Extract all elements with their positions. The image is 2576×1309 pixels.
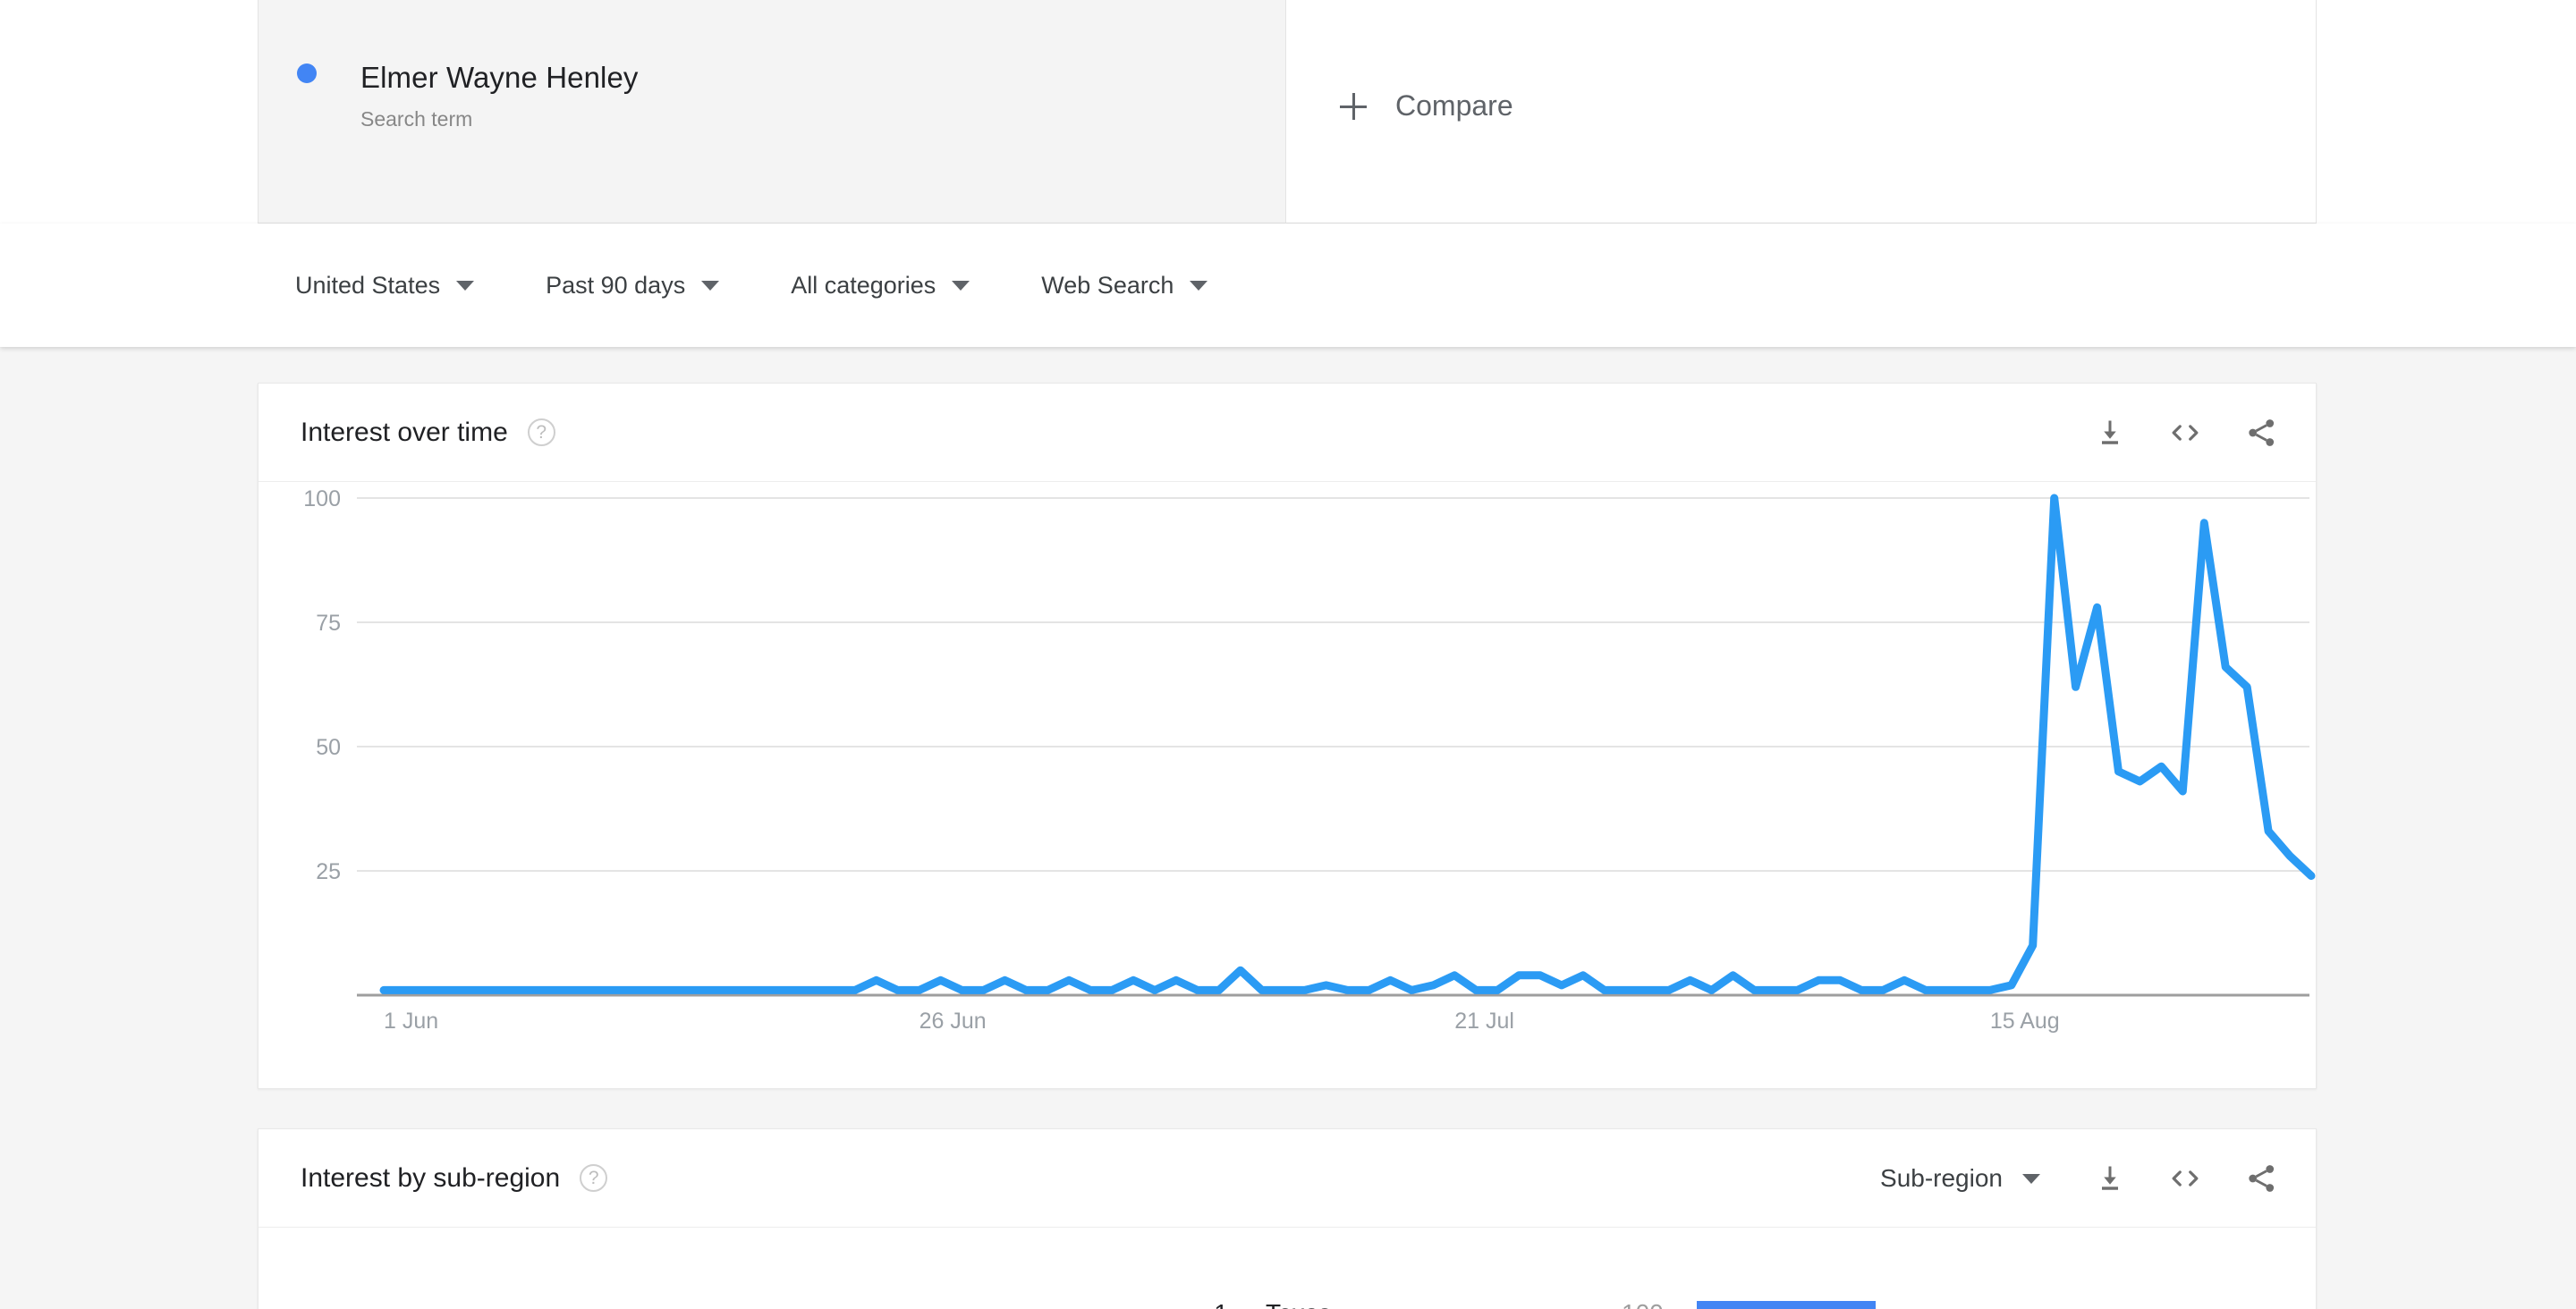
chart-y-axis-labels: 25 50 75 100 [303, 486, 341, 884]
embed-code-icon[interactable] [2167, 1162, 2203, 1195]
chevron-down-icon [1190, 280, 1208, 291]
interest-over-time-header: Interest over time ? [258, 384, 2316, 482]
search-term-subtitle: Search term [360, 107, 473, 131]
plus-icon [1340, 92, 1367, 120]
filter-bar: United States Past 90 days All categorie… [0, 224, 2576, 347]
interest-over-time-chart[interactable]: 25 50 75 100 1 Jun 26 Jun 21 Jul 15 Aug [258, 482, 2318, 1089]
interest-by-subregion-card: Interest by sub-region ? Sub-region [258, 1128, 2317, 1309]
svg-text:50: 50 [316, 735, 341, 760]
help-circle-icon[interactable]: ? [527, 418, 555, 446]
add-comparison-button[interactable]: Compare [1286, 0, 2317, 224]
filter-location-label: United States [295, 271, 441, 299]
interest-over-time-actions [2094, 384, 2278, 482]
chevron-down-icon [952, 280, 970, 291]
svg-text:75: 75 [316, 611, 341, 636]
download-icon[interactable] [2094, 1162, 2126, 1195]
chart-x-axis-labels: 1 Jun 26 Jun 21 Jul 15 Aug [384, 1009, 2060, 1034]
region-rank: 1 [1171, 1299, 1228, 1309]
chevron-down-icon [701, 280, 720, 291]
chart-series-line [379, 494, 2316, 994]
interest-by-subregion-title: Interest by sub-region [301, 1162, 561, 1193]
download-icon[interactable] [2094, 417, 2126, 449]
region-value-bar [1697, 1301, 1876, 1309]
subregion-select-label: Sub-region [1880, 1164, 2003, 1192]
chevron-down-icon [456, 280, 475, 291]
search-term-card[interactable]: Elmer Wayne Henley Search term [258, 0, 1492, 224]
search-term-row: Elmer Wayne Henley Search term Compare [0, 0, 2576, 224]
help-circle-icon[interactable]: ? [580, 1164, 608, 1192]
interest-by-subregion-header: Interest by sub-region ? Sub-region [258, 1129, 2316, 1228]
share-icon[interactable] [2244, 1162, 2278, 1195]
choropleth-map[interactable] [258, 1228, 1171, 1309]
svg-text:1 Jun: 1 Jun [384, 1009, 438, 1034]
embed-code-icon[interactable] [2167, 417, 2203, 449]
share-icon[interactable] [2244, 417, 2278, 449]
filter-search-type-label: Web Search [1041, 271, 1174, 299]
filter-location[interactable]: United States [295, 271, 475, 300]
svg-text:100: 100 [303, 486, 341, 511]
chevron-down-icon [2022, 1173, 2040, 1184]
filter-category[interactable]: All categories [791, 272, 970, 300]
svg-text:21 Jul: 21 Jul [1454, 1009, 1514, 1034]
filter-list: United States Past 90 days All categorie… [295, 224, 1279, 347]
series-color-dot [297, 63, 317, 83]
google-trends-page: Elmer Wayne Henley Search term Compare U… [0, 0, 2576, 1309]
svg-text:26 Jun: 26 Jun [919, 1009, 987, 1034]
interest-by-subregion-body: 1 Texas 100 [258, 1228, 2318, 1309]
region-name: Texas [1266, 1299, 1331, 1309]
svg-text:15 Aug: 15 Aug [1990, 1009, 2060, 1034]
filter-time-range-label: Past 90 days [546, 271, 686, 299]
svg-text:25: 25 [316, 859, 341, 884]
filter-search-type[interactable]: Web Search [1041, 272, 1208, 300]
interest-over-time-title: Interest over time [301, 417, 508, 447]
interest-over-time-card: Interest over time ? 25 50 75 100 1 Jun … [258, 383, 2317, 1089]
chart-gridlines [357, 497, 2309, 872]
table-row[interactable]: 1 Texas 100 [1171, 1299, 2318, 1309]
region-value: 100 [1622, 1299, 1664, 1309]
map-icon [258, 1228, 1171, 1309]
compare-label: Compare [1395, 89, 1513, 122]
search-term-title: Elmer Wayne Henley [360, 61, 639, 94]
interest-by-subregion-actions: Sub-region [1880, 1129, 2278, 1228]
filter-time-range[interactable]: Past 90 days [546, 271, 720, 300]
subregion-select[interactable]: Sub-region [1880, 1164, 2040, 1193]
filter-category-label: All categories [791, 271, 936, 299]
trend-line-chart: 25 50 75 100 1 Jun 26 Jun 21 Jul 15 Aug [303, 486, 2316, 1034]
